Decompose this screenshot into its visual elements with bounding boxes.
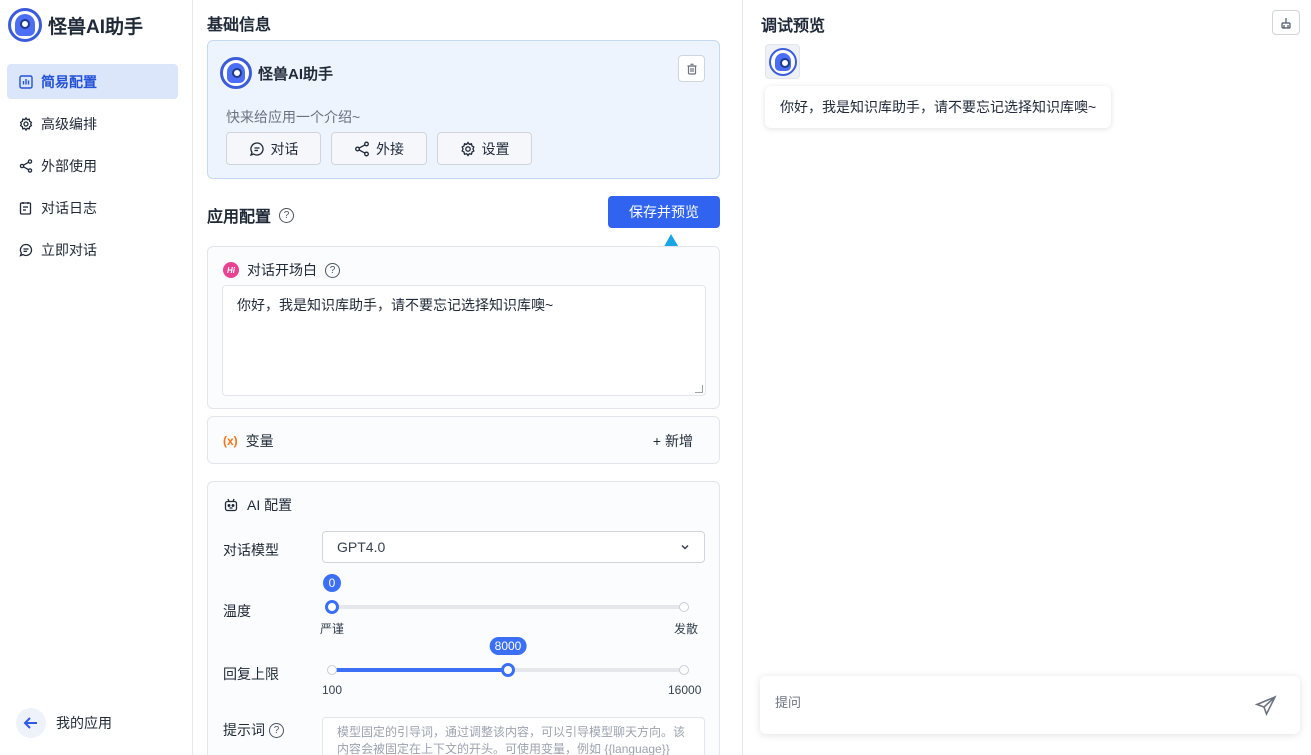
ai-config-title: AI 配置 [247,497,293,513]
sidebar-item-chat-now[interactable]: 立即对话 [7,232,178,267]
temperature-slider-thumb[interactable] [325,600,339,614]
settings-button[interactable]: 设置 [437,132,532,165]
max-tokens-max-label: 16000 [668,683,702,697]
app-config-header: 应用配置 ? [207,203,295,227]
preview-title: 调试预览 [761,18,826,35]
settings-button-label: 设置 [481,140,510,157]
arrow-left-icon [16,708,46,738]
sidebar-item-external[interactable]: 外部使用 [7,148,178,183]
gear-icon [460,140,475,157]
slider-end-dot [679,665,689,675]
bot-avatar [765,44,800,79]
sidebar-item-label: 立即对话 [41,241,97,258]
share-icon [19,158,33,173]
share-icon [355,141,369,156]
variables-card: (x) 变量 + 新增 [207,416,720,464]
app-intro-placeholder[interactable]: 快来给应用一个介绍~ [226,107,360,127]
monster-logo-icon [768,47,797,76]
max-tokens-label: 回复上限 [223,666,279,682]
ai-config-card: AI 配置 对话模型 GPT4.0 温度 0 严谨 发散 回复上限 8000 1… [207,481,720,755]
chevron-down-icon [681,544,689,550]
sidebar-nav: 简易配置 高级编排 外部使用 对话日志 立即对话 [7,64,178,274]
temperature-value-tip: 0 [323,574,341,592]
hi-icon: Hi [223,262,239,278]
bot-message: 你好，我是知识库助手，请不要忘记选择知识库噢~ [765,86,1111,128]
share-button[interactable]: 外接 [331,132,427,165]
opening-text: 你好，我是知识库助手，请不要忘记选择知识库噢~ [237,297,554,313]
app-avatar[interactable] [220,57,252,89]
bot-message-text: 你好，我是知识库助手，请不要忘记选择知识库噢~ [780,99,1097,115]
help-icon[interactable]: ? [325,262,340,278]
add-variable-button[interactable]: + 新增 [653,431,693,451]
delete-app-button[interactable] [678,55,705,82]
temperature-max-label: 发散 [674,622,699,636]
app-info-card: 怪兽AI助手 快来给应用一个介绍~ 对话 外接 设置 [207,40,720,179]
chat-button-label: 对话 [270,140,299,157]
broom-icon [1281,17,1291,29]
app-name: 怪兽AI助手 [258,65,334,83]
prompt-label-row: 提示词 ? [223,720,284,740]
sidebar-item-simple-config[interactable]: 简易配置 [7,64,178,99]
temperature-slider[interactable]: 0 [323,574,689,614]
sidebar-item-label: 高级编排 [41,115,97,132]
sidebar-item-advanced[interactable]: 高级编排 [7,106,178,141]
sidebar-item-logs[interactable]: 对话日志 [7,190,178,225]
chat-input-box [760,676,1300,734]
opening-textarea[interactable]: 你好，我是知识库助手，请不要忘记选择知识库噢~ [222,285,706,396]
temperature-min-label: 严谨 [320,622,345,636]
prompt-placeholder: 模型固定的引导词，通过调整该内容，可以引导模型聊天方向。该内容会被固定在上下文的… [337,725,686,755]
max-tokens-slider-fill [332,668,508,672]
model-value: GPT4.0 [337,539,386,555]
question-input[interactable] [775,695,1235,710]
clear-chat-button[interactable] [1272,10,1300,35]
resize-handle-icon[interactable] [695,385,703,393]
share-button-label: 外接 [376,140,404,157]
prompt-textarea[interactable]: 模型固定的引导词，通过调整该内容，可以引导模型聊天方向。该内容会被固定在上下文的… [322,717,705,755]
model-label: 对话模型 [223,542,279,558]
slider-end-dot [679,602,689,612]
config-panel: 基础信息 怪兽AI助手 快来给应用一个介绍~ 对话 外接 设置 应用配置 ? 保… [193,0,743,755]
sidebar: 怪兽AI助手 简易配置 高级编排 外部使用 对话日志 立即对话 我的应用 [0,0,193,755]
variables-label: 变量 [245,433,274,449]
help-icon[interactable]: ? [279,207,295,223]
trash-icon [687,63,696,75]
app-config-title: 应用配置 [207,209,272,226]
sidebar-item-label: 简易配置 [41,73,97,90]
save-and-preview-button[interactable]: 保存并预览 [608,196,720,228]
chat-icon [19,243,33,257]
variable-icon: (x) [223,434,238,448]
preview-panel: 调试预览 你好，我是知识库助手，请不要忘记选择知识库噢~ [743,0,1311,755]
max-tokens-min-label: 100 [322,683,343,697]
chat-button[interactable]: 对话 [226,132,321,165]
max-tokens-slider-thumb[interactable] [501,663,515,677]
gear-icon [19,116,33,131]
model-select[interactable]: GPT4.0 [322,531,705,563]
max-tokens-value-tip: 8000 [489,637,527,655]
robot-icon [224,498,238,512]
opening-label: 对话开场白 [247,262,317,278]
prompt-label: 提示词 [223,722,265,738]
brand-title: 怪兽AI助手 [48,16,144,38]
monster-logo-icon [8,8,42,42]
sidebar-item-label: 对话日志 [41,199,97,216]
temperature-label: 温度 [223,603,251,619]
max-tokens-slider[interactable]: 8000 [327,637,689,677]
log-icon [19,201,33,215]
basic-info-title: 基础信息 [207,17,272,34]
chat-icon [249,141,264,156]
help-icon[interactable]: ? [269,722,284,738]
bar-chart-icon [19,74,33,89]
my-apps-link[interactable]: 我的应用 [16,708,112,738]
send-icon[interactable] [1254,694,1278,718]
brand[interactable]: 怪兽AI助手 [8,8,143,42]
opening-card: Hi 对话开场白 ? 你好，我是知识库助手，请不要忘记选择知识库噢~ [207,246,720,409]
my-apps-label: 我的应用 [56,715,112,731]
slider-start-dot [327,665,337,675]
sidebar-item-label: 外部使用 [41,157,97,174]
